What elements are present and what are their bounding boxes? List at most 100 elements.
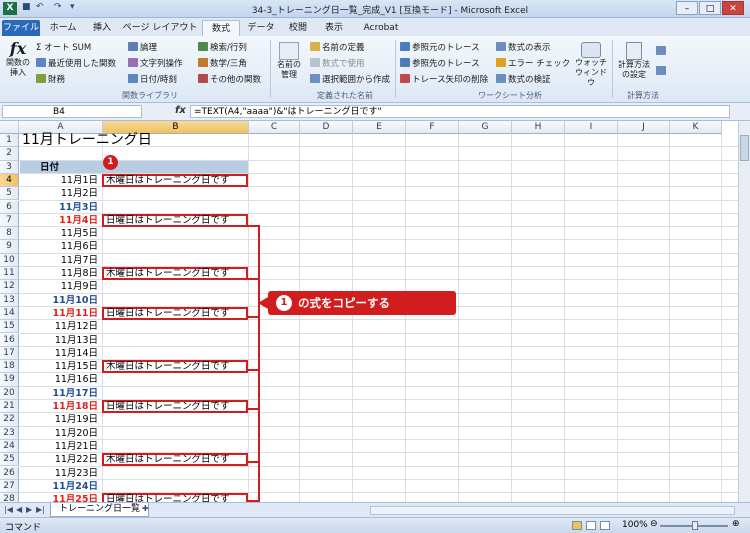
column-header-c[interactable]: C (249, 121, 300, 134)
watch-window-button[interactable]: ウォッチ ウィンドウ (574, 42, 608, 88)
qat-dropdown-icon[interactable]: ▾ (70, 2, 75, 12)
tab-page-layout[interactable]: ページ レイアウト (122, 20, 198, 36)
insert-function-icon[interactable]: fx (175, 105, 186, 116)
row-header-23[interactable]: 23 (0, 426, 19, 440)
row-header-15[interactable]: 15 (0, 320, 19, 334)
column-header-i[interactable]: I (565, 121, 618, 134)
row-header-16[interactable]: 16 (0, 333, 19, 347)
date-cell[interactable]: 11月25日 (20, 493, 100, 502)
tab-review[interactable]: 校閲 (282, 20, 314, 36)
minimize-button[interactable]: – (676, 1, 698, 15)
column-header-h[interactable]: H (512, 121, 565, 134)
trace-precedents-button[interactable]: 参照元のトレース (400, 41, 480, 53)
date-cell[interactable]: 11月14日 (20, 347, 100, 360)
select-all-corner[interactable] (0, 121, 19, 134)
date-cell[interactable]: 11月17日 (20, 387, 100, 400)
autosum-button[interactable]: Σ オート SUM (36, 41, 91, 53)
date-cell[interactable]: 11月22日 (20, 453, 100, 466)
training-day-cell[interactable]: 木曜日はトレーニング日です (102, 267, 248, 281)
date-cell[interactable]: 11月20日 (20, 427, 100, 440)
date-cell[interactable]: 11月16日 (20, 373, 100, 386)
more-functions-button[interactable]: その他の関数 (198, 73, 261, 85)
row-header-11[interactable]: 11 (0, 267, 19, 281)
date-cell[interactable]: 11月12日 (20, 320, 100, 333)
column-header-g[interactable]: G (459, 121, 512, 134)
date-cell[interactable]: 11月1日 (20, 174, 100, 187)
row-header-10[interactable]: 10 (0, 253, 19, 267)
row-header-19[interactable]: 19 (0, 373, 19, 387)
training-day-cell[interactable]: 木曜日はトレーニング日です (102, 453, 248, 467)
date-cell[interactable]: 11月21日 (20, 440, 100, 453)
save-icon[interactable]: ■ (22, 2, 31, 12)
close-button[interactable]: ✕ (722, 1, 744, 15)
row-header-21[interactable]: 21 (0, 400, 19, 414)
training-day-cell[interactable]: 木曜日はトレーニング日です (102, 360, 248, 374)
evaluate-formula-button[interactable]: 数式の検証 (496, 73, 551, 85)
financial-button[interactable]: 財務 (36, 73, 65, 85)
undo-icon[interactable]: ↶ (36, 2, 44, 12)
row-header-27[interactable]: 27 (0, 479, 19, 494)
tab-insert[interactable]: 挿入 (86, 20, 118, 36)
date-cell[interactable]: 11月9日 (20, 280, 100, 293)
date-cell[interactable]: 11月24日 (20, 480, 100, 493)
column-header-d[interactable]: D (300, 121, 353, 134)
remove-arrows-button[interactable]: トレース矢印の削除 (400, 73, 488, 85)
tab-file[interactable]: ファイル (2, 20, 40, 36)
name-manager-button[interactable]: 名前の管理 (274, 42, 304, 80)
row-header-3[interactable]: 3 (0, 160, 19, 174)
math-button[interactable]: 数学/三角 (198, 57, 247, 69)
zoom-out-icon[interactable]: ⊖ (650, 519, 658, 529)
next-sheet-icon[interactable]: ▶ (26, 505, 32, 514)
prev-sheet-icon[interactable]: ◀ (16, 505, 22, 514)
page-layout-view-icon[interactable] (586, 521, 596, 530)
calculate-sheet-icon[interactable] (656, 66, 668, 77)
date-cell[interactable]: 11月5日 (20, 227, 100, 240)
row-header-17[interactable]: 17 (0, 346, 19, 361)
training-day-cell[interactable]: 日曜日はトレーニング日です (102, 213, 248, 228)
row-header-28[interactable]: 28 (0, 493, 19, 502)
page-break-view-icon[interactable] (600, 521, 610, 530)
use-in-formula-button[interactable]: 数式で使用 (310, 57, 365, 69)
date-cell[interactable]: 11月13日 (20, 334, 100, 347)
recent-functions-button[interactable]: 最近使用した関数 (36, 57, 116, 69)
sheet-title[interactable]: 11月トレーニング日 (22, 132, 152, 148)
calculate-now-icon[interactable] (656, 46, 668, 57)
date-cell[interactable]: 11月4日 (20, 214, 100, 227)
formula-input[interactable]: =TEXT(A4,"aaaa")&"はトレーニング日です" (190, 105, 730, 118)
datetime-button[interactable]: 日付/時刻 (128, 73, 177, 85)
date-column-header[interactable]: 日付 (40, 161, 59, 174)
date-cell[interactable]: 11月10日 (20, 294, 100, 307)
error-check-button[interactable]: エラー チェック (496, 57, 570, 69)
row-header-18[interactable]: 18 (0, 360, 19, 374)
column-header-e[interactable]: E (353, 121, 406, 134)
sheet-tab[interactable]: トレーニング日一覧 (50, 503, 150, 517)
create-from-selection-button[interactable]: 選択範囲から作成 (310, 73, 390, 85)
row-header-22[interactable]: 22 (0, 413, 19, 427)
trace-dependents-button[interactable]: 参照先のトレース (400, 57, 480, 69)
row-header-1[interactable]: 1 (0, 134, 19, 148)
date-cell[interactable]: 11月18日 (20, 400, 100, 413)
date-cell[interactable]: 11月3日 (20, 201, 100, 214)
zoom-in-icon[interactable]: ⊕ (732, 519, 740, 529)
date-cell[interactable]: 11月19日 (20, 413, 100, 426)
training-day-cell[interactable]: 日曜日はトレーニング日です (102, 306, 248, 321)
column-header-j[interactable]: J (618, 121, 670, 134)
date-cell[interactable]: 11月8日 (20, 267, 100, 280)
date-cell[interactable]: 11月11日 (20, 307, 100, 320)
name-box[interactable]: B4 (2, 105, 142, 118)
tab-view[interactable]: 表示 (318, 20, 350, 36)
column-header-k[interactable]: K (670, 121, 722, 134)
row-header-25[interactable]: 25 (0, 453, 19, 467)
row-header-26[interactable]: 26 (0, 466, 19, 480)
row-header-24[interactable]: 24 (0, 439, 19, 454)
tab-home[interactable]: ホーム (44, 20, 82, 36)
vertical-scrollbar[interactable] (738, 121, 750, 502)
maximize-button[interactable]: □ (699, 1, 721, 15)
column-header-f[interactable]: F (406, 121, 459, 134)
row-header-2[interactable]: 2 (0, 147, 19, 161)
logical-button[interactable]: 論理 (128, 41, 157, 53)
row-header-13[interactable]: 13 (0, 293, 19, 307)
tab-data[interactable]: データ (244, 20, 278, 36)
training-day-cell[interactable]: 木曜日はトレーニング日です (102, 173, 248, 188)
row-header-6[interactable]: 6 (0, 200, 19, 214)
